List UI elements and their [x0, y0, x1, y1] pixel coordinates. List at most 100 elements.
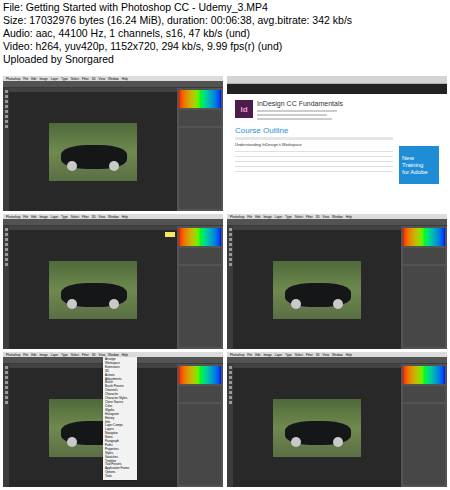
menu-item[interactable]: Image [39, 353, 47, 357]
tool-icon[interactable] [229, 263, 232, 266]
window-menu-item[interactable]: Tools [105, 475, 135, 479]
menu-item[interactable]: Photoshop [230, 215, 244, 219]
menu-item[interactable]: Select [71, 215, 79, 219]
lesson-row[interactable] [235, 159, 393, 162]
menu-item[interactable]: Type [61, 353, 68, 357]
menu-item[interactable]: Filter [306, 353, 313, 357]
lesson-row[interactable] [235, 149, 393, 152]
ad-banner[interactable]: NewTrainingfor Adobe [399, 146, 439, 184]
tool-icon[interactable] [229, 391, 232, 394]
tool-icon[interactable] [229, 386, 232, 389]
menu-item[interactable]: Window [108, 77, 119, 81]
menu-item[interactable]: Select [71, 77, 79, 81]
menu-item[interactable]: Help [122, 353, 128, 357]
menu-item[interactable]: Type [61, 77, 68, 81]
menu-item[interactable]: Layer [275, 215, 283, 219]
menu-item[interactable]: Photoshop [6, 215, 20, 219]
menu-item[interactable]: File [23, 215, 28, 219]
menu-item[interactable]: Help [346, 353, 352, 357]
menu-item[interactable]: Window [108, 353, 119, 357]
menu-item[interactable]: 3D [92, 215, 96, 219]
tool-icon[interactable] [5, 90, 8, 93]
tool-icon[interactable] [5, 228, 8, 231]
menu-item[interactable]: Photoshop [6, 77, 20, 81]
tool-icon[interactable] [229, 238, 232, 241]
tool-icon[interactable] [229, 381, 232, 384]
tool-icon[interactable] [5, 238, 8, 241]
menu-item[interactable]: Help [346, 215, 352, 219]
menu-item[interactable]: Layer [51, 77, 59, 81]
tool-icon[interactable] [5, 125, 8, 128]
menu-item[interactable]: Help [122, 77, 128, 81]
tool-icon[interactable] [5, 100, 8, 103]
tool-icon[interactable] [229, 233, 232, 236]
menu-item[interactable]: 3D [92, 353, 96, 357]
menu-item[interactable]: File [23, 77, 28, 81]
tool-icon[interactable] [5, 391, 8, 394]
menu-item[interactable]: Type [285, 353, 292, 357]
menu-item[interactable]: 3D [316, 215, 320, 219]
tool-icon[interactable] [229, 371, 232, 374]
menu-item[interactable]: Image [263, 215, 271, 219]
menu-item[interactable]: Edit [31, 77, 36, 81]
menu-item[interactable]: File [23, 353, 28, 357]
menu-item[interactable]: Image [39, 77, 47, 81]
tool-icon[interactable] [5, 248, 8, 251]
tool-icon[interactable] [5, 115, 8, 118]
tool-icon[interactable] [229, 366, 232, 369]
menu-item[interactable]: Help [122, 215, 128, 219]
menu-item[interactable]: Select [71, 353, 79, 357]
menu-item[interactable]: Filter [82, 77, 89, 81]
lesson-row[interactable] [235, 154, 393, 157]
tool-icon[interactable] [229, 401, 232, 404]
tool-icon[interactable] [5, 401, 8, 404]
tool-icon[interactable] [5, 376, 8, 379]
menu-item[interactable]: Photoshop [230, 353, 244, 357]
tool-icon[interactable] [5, 110, 8, 113]
menu-item[interactable]: Photoshop [6, 353, 20, 357]
tool-icon[interactable] [5, 371, 8, 374]
menu-item[interactable]: Edit [31, 215, 36, 219]
menu-item[interactable]: 3D [316, 353, 320, 357]
menu-item[interactable]: Layer [51, 215, 59, 219]
tool-icon[interactable] [5, 243, 8, 246]
menu-item[interactable]: Layer [51, 353, 59, 357]
menu-item[interactable]: File [247, 215, 252, 219]
tool-icon[interactable] [5, 366, 8, 369]
tool-icon[interactable] [229, 376, 232, 379]
tool-icon[interactable] [5, 120, 8, 123]
tool-icon[interactable] [229, 228, 232, 231]
menu-item[interactable]: Filter [306, 215, 313, 219]
tool-icon[interactable] [5, 95, 8, 98]
menu-item[interactable]: View [323, 215, 329, 219]
tool-icon[interactable] [229, 248, 232, 251]
menu-item[interactable]: Filter [82, 353, 89, 357]
tool-icon[interactable] [5, 381, 8, 384]
window-menu-item[interactable]: Extensions [105, 366, 135, 370]
menu-item[interactable]: Image [263, 353, 271, 357]
menu-item[interactable]: View [99, 353, 105, 357]
tool-icon[interactable] [5, 396, 8, 399]
menu-item[interactable]: Type [285, 215, 292, 219]
menu-item[interactable]: Image [39, 215, 47, 219]
menu-item[interactable]: Edit [255, 215, 260, 219]
menu-item[interactable]: 3D [92, 77, 96, 81]
menu-item[interactable]: Type [61, 215, 68, 219]
menu-item[interactable]: File [247, 353, 252, 357]
lesson-row[interactable] [235, 164, 393, 167]
menu-item[interactable]: Filter [82, 215, 89, 219]
menu-item[interactable]: Layer [275, 353, 283, 357]
menu-item[interactable]: View [99, 77, 105, 81]
tool-icon[interactable] [5, 263, 8, 266]
tool-icon[interactable] [5, 253, 8, 256]
tool-icon[interactable] [5, 105, 8, 108]
menu-item[interactable]: Window [332, 353, 343, 357]
tool-icon[interactable] [5, 233, 8, 236]
menu-item[interactable]: Select [295, 353, 303, 357]
tool-icon[interactable] [229, 243, 232, 246]
menu-item[interactable]: Edit [31, 353, 36, 357]
lesson-row[interactable] [235, 169, 393, 172]
menu-item[interactable]: View [323, 353, 329, 357]
tool-icon[interactable] [229, 396, 232, 399]
menu-item[interactable]: Select [295, 215, 303, 219]
